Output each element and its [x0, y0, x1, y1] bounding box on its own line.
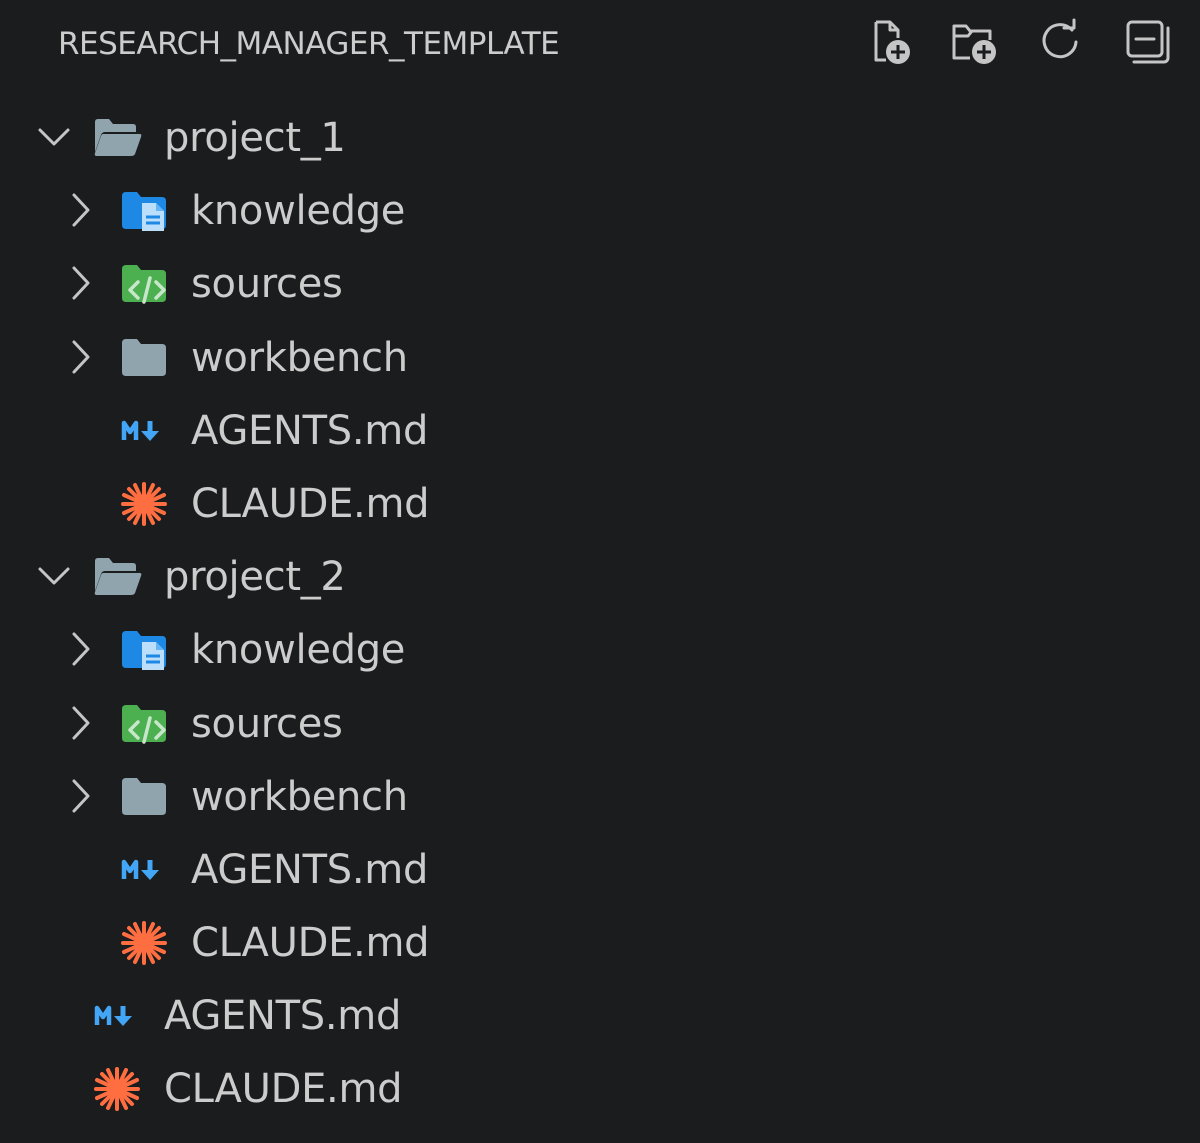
explorer-title[interactable]: RESEARCH_MANAGER_TEMPLATE	[58, 22, 560, 66]
markdown-icon	[118, 846, 170, 894]
claude-icon	[118, 480, 170, 528]
tree-file-row[interactable]: CLAUDE.md	[0, 467, 1200, 540]
new-folder-button[interactable]	[946, 14, 1002, 70]
chevron-right-icon[interactable]	[61, 701, 101, 745]
chevron-right-icon[interactable]	[61, 627, 101, 671]
tree-file-row[interactable]: AGENTS.md	[0, 833, 1200, 906]
chevron-right-icon[interactable]	[61, 774, 101, 818]
claude-icon	[91, 1065, 143, 1113]
chevron-right-icon[interactable]	[61, 188, 101, 232]
tree-item-label: AGENTS.md	[191, 407, 429, 454]
tree-folder-row[interactable]: project_2	[0, 540, 1200, 613]
folder-src-icon	[118, 260, 170, 308]
chevron-right-icon[interactable]	[61, 335, 101, 379]
folder-src-icon	[118, 700, 170, 748]
tree-file-row[interactable]: CLAUDE.md	[0, 1052, 1200, 1125]
folder-icon	[118, 773, 170, 821]
folder-docs-icon	[118, 187, 170, 235]
tree-file-row[interactable]: AGENTS.md	[0, 394, 1200, 467]
tree-item-label: workbench	[191, 334, 408, 381]
folder-docs-icon	[118, 626, 170, 674]
tree-item-label: knowledge	[191, 188, 406, 235]
tree-item-label: AGENTS.md	[164, 993, 402, 1040]
tree-item-label: CLAUDE.md	[191, 920, 430, 967]
chevron-down-icon[interactable]	[34, 554, 74, 598]
folder-open-icon	[91, 553, 143, 601]
markdown-icon	[91, 992, 143, 1040]
tree-item-label: sources	[191, 700, 343, 747]
new-file-button[interactable]	[862, 14, 918, 70]
folder-icon	[118, 334, 170, 382]
tree-folder-row[interactable]: knowledge	[0, 174, 1200, 247]
folder-open-icon	[91, 114, 143, 162]
file-tree: project_1 knowledge sources workbench AGENTS…	[0, 101, 1200, 1126]
new-file-icon	[874, 20, 910, 64]
tree-item-label: knowledge	[191, 627, 406, 674]
tree-file-row[interactable]: CLAUDE.md	[0, 906, 1200, 979]
tree-folder-row[interactable]: sources	[0, 687, 1200, 760]
tree-folder-row[interactable]: workbench	[0, 760, 1200, 833]
tree-folder-row[interactable]: sources	[0, 247, 1200, 320]
chevron-down-icon[interactable]	[34, 115, 74, 159]
new-folder-icon	[952, 24, 996, 64]
tree-folder-row[interactable]: workbench	[0, 321, 1200, 394]
tree-file-row[interactable]: AGENTS.md	[0, 979, 1200, 1052]
explorer-header: RESEARCH_MANAGER_TEMPLATE	[0, 0, 1200, 88]
markdown-icon	[118, 407, 170, 455]
collapse-folders-button[interactable]	[1120, 14, 1176, 70]
tree-item-label: CLAUDE.md	[164, 1066, 403, 1113]
refresh-icon	[1042, 18, 1078, 59]
tree-item-label: sources	[191, 261, 343, 308]
chevron-right-icon[interactable]	[61, 261, 101, 305]
tree-item-label: AGENTS.md	[191, 846, 429, 893]
tree-item-label: project_1	[164, 115, 346, 161]
tree-item-label: project_2	[164, 554, 346, 601]
tree-folder-row[interactable]: knowledge	[0, 613, 1200, 686]
tree-item-label: CLAUDE.md	[191, 480, 430, 527]
claude-icon	[118, 919, 170, 967]
refresh-explorer-button[interactable]	[1032, 14, 1088, 70]
collapse-all-icon	[1126, 20, 1170, 64]
tree-item-label: workbench	[191, 773, 408, 820]
tree-folder-row[interactable]: project_1	[0, 101, 1200, 174]
